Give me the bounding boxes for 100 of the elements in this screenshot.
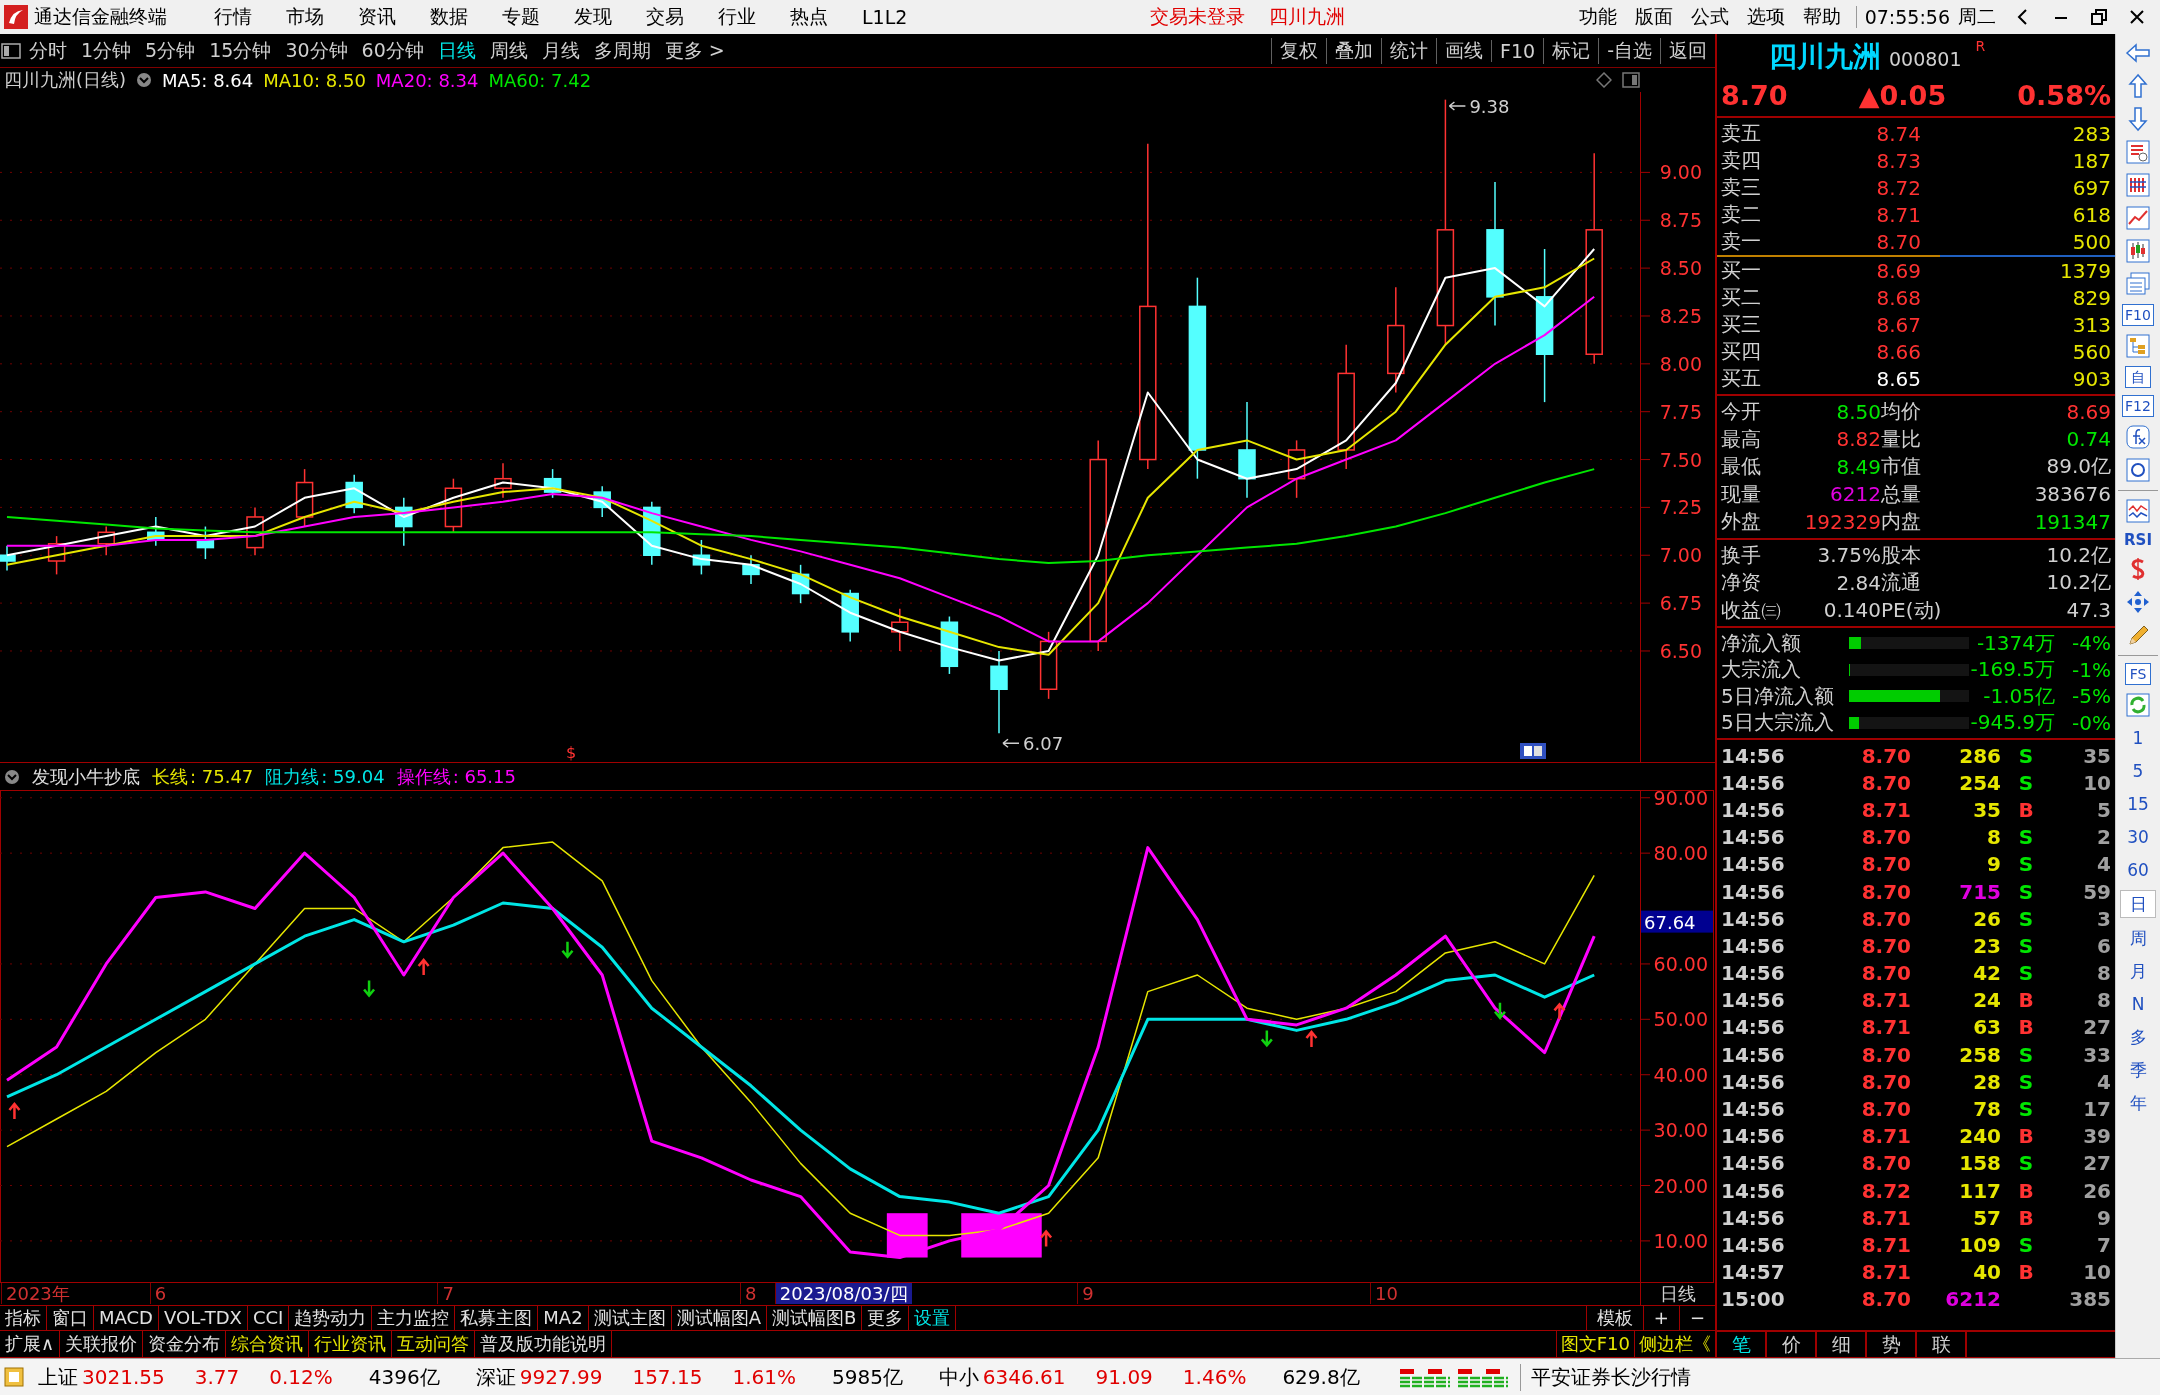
menu-item[interactable]: 行情 [197, 4, 269, 30]
period-button[interactable]: 60 [2120, 857, 2156, 883]
side-toolbar-button[interactable]: F10 [2122, 304, 2154, 326]
tick-count: 39 [2082, 1124, 2111, 1149]
restore-icon[interactable] [2089, 7, 2109, 27]
menu-item[interactable]: 专题 [485, 4, 557, 30]
refresh-icon[interactable] [2125, 692, 2151, 718]
tick-volume: 254 [1958, 770, 2001, 795]
period-tab[interactable]: 更多 > [657, 37, 732, 64]
menu-item[interactable]: 公式 [1681, 4, 1738, 30]
list-icon[interactable] [2125, 139, 2151, 165]
period-button[interactable]: 周 [2120, 925, 2156, 951]
period-button[interactable]: 1 [2120, 725, 2156, 751]
tick-volume: 8 [1986, 825, 2001, 850]
menu-item[interactable]: 帮助 [1793, 4, 1850, 30]
order-volume: 618 [2071, 202, 2111, 227]
period-tab[interactable]: 多周期 [586, 37, 658, 64]
function-icon[interactable] [2125, 424, 2151, 450]
tick-count: 17 [2082, 1097, 2111, 1122]
period-tab[interactable]: 60分钟 [354, 37, 431, 64]
menu-item[interactable]: 交易 [629, 4, 701, 30]
news-badge-icon[interactable] [1520, 743, 1546, 759]
collapse-icon[interactable] [4, 768, 20, 785]
panel-link[interactable]: 图文F10 [1555, 1331, 1634, 1357]
leader-line [1448, 101, 1467, 111]
stat-value: 10.2亿 [2045, 569, 2111, 597]
period-tab[interactable]: 月线 [534, 37, 587, 64]
candlestick-icon[interactable] [2125, 238, 2151, 264]
period-button[interactable]: 日 [2120, 890, 2156, 918]
tick-time: 14:56 [1721, 961, 1786, 986]
move-icon[interactable] [2125, 589, 2151, 615]
info-tab[interactable]: 普及版功能说明 [475, 1331, 613, 1357]
period-tab[interactable]: 周线 [482, 37, 535, 64]
flow-amount: -1374万 [1975, 629, 2055, 657]
info-tab[interactable]: 资金分布 [143, 1331, 227, 1357]
period-tab[interactable]: 15分钟 [202, 37, 279, 64]
menu-item[interactable]: 数据 [413, 4, 485, 30]
menu-item[interactable]: 行业 [701, 4, 773, 30]
axis-tick-label: 90.00 [1653, 790, 1708, 809]
index-name: 上证 [38, 1363, 78, 1391]
period-tab[interactable]: 30分钟 [278, 37, 355, 64]
status-icon[interactable] [4, 1367, 24, 1387]
line-chart-icon[interactable] [2125, 205, 2151, 231]
menu-item[interactable]: L1L2 [845, 6, 925, 28]
window-icon[interactable] [1622, 72, 1640, 88]
menu-item[interactable]: 选项 [1737, 4, 1794, 30]
legend-value: : 7.42 [539, 69, 592, 91]
tick-count: 26 [2082, 1178, 2111, 1203]
panel-toggle-icon[interactable] [0, 40, 22, 61]
period-tab[interactable]: 5分钟 [138, 37, 203, 64]
trade-status-link[interactable]: 交易未登录 [1137, 4, 1257, 30]
side-toolbar-button[interactable]: F12 [2122, 395, 2154, 417]
order-volume: 697 [2071, 175, 2111, 200]
info-tab[interactable]: 扩展∧ [0, 1331, 61, 1357]
legend-value: : 65.15 [452, 766, 516, 787]
side-toolbar-button[interactable]: RSI [2124, 531, 2152, 549]
menu-item[interactable]: 热点 [773, 4, 845, 30]
menu-item[interactable]: 版面 [1625, 4, 1682, 30]
period-button[interactable]: 多 [2120, 1024, 2156, 1050]
period-tab[interactable]: 1分钟 [74, 37, 139, 64]
side-toolbar-button[interactable]: FS [2125, 663, 2151, 685]
trade-side: S [2017, 852, 2035, 877]
tick-count: 35 [2082, 743, 2111, 768]
last-price: 8.70 [1721, 79, 1788, 111]
period-tab[interactable]: 分时 [22, 37, 74, 64]
period-button[interactable]: 15 [2120, 791, 2156, 817]
menu-item[interactable]: 发现 [557, 4, 629, 30]
collapse-icon[interactable] [136, 72, 153, 88]
menu-item[interactable]: 市场 [269, 4, 341, 30]
info-tab[interactable]: 关联报价 [60, 1331, 144, 1357]
table-icon[interactable] [2125, 172, 2151, 198]
diamond-icon[interactable] [1596, 72, 1612, 88]
legend-value: : 75.47 [190, 766, 254, 787]
period-button[interactable]: 30 [2120, 824, 2156, 850]
info-tab[interactable]: 行业资讯 [309, 1331, 393, 1357]
order-level-label: 卖五 [1721, 120, 1762, 147]
tick-count: 385 [2068, 1287, 2111, 1312]
stat-label: 收益㈢ [1721, 596, 1782, 624]
axis-tick-label: 8.50 [1659, 257, 1702, 280]
period-button[interactable]: N [2120, 991, 2156, 1017]
index-change: 3.77 [194, 1365, 240, 1389]
period-button[interactable]: 月 [2120, 958, 2156, 984]
menu-item[interactable]: 功能 [1569, 4, 1626, 30]
axis-tick-label: 7.00 [1659, 544, 1702, 567]
tick-volume: 35 [1972, 797, 2001, 822]
period-button[interactable]: 季 [2120, 1057, 2156, 1083]
wave-chart-icon[interactable] [2125, 498, 2151, 524]
period-button[interactable]: 年 [2120, 1090, 2156, 1116]
logo-icon [4, 5, 28, 29]
period-button[interactable]: 5 [2120, 758, 2156, 784]
flow-percent: -0% [2071, 710, 2111, 735]
tick-count: 3 [2096, 906, 2111, 931]
info-tab[interactable]: 互动问答 [392, 1331, 476, 1357]
stat-value: 8.50 [1835, 399, 1881, 424]
period-tab[interactable]: 日线 [430, 37, 483, 64]
info-tab[interactable]: 综合资讯 [226, 1331, 310, 1357]
trade-side: S [2017, 879, 2035, 904]
menu-item[interactable]: 资讯 [341, 4, 413, 30]
side-toolbar-button[interactable]: 自 [2125, 366, 2151, 388]
axis-tick-label: 10.00 [1653, 1229, 1708, 1252]
